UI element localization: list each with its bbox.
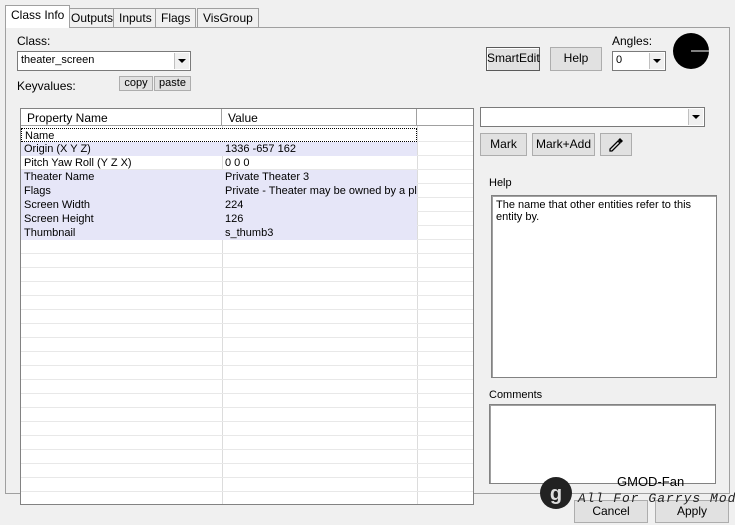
property-value: Private - Theater may be owned by a play (225, 185, 417, 197)
table-row[interactable]: Origin (X Y Z) 1336 -657 162 (21, 142, 417, 156)
property-name: Theater Name (24, 171, 95, 183)
property-name: Screen Height (24, 213, 94, 225)
keyvalues-label: Keyvalues: (17, 79, 76, 93)
copy-button[interactable]: copy (119, 76, 153, 91)
class-value: theater_screen (21, 54, 95, 66)
property-value: 224 (225, 199, 244, 211)
grid-line (21, 253, 473, 254)
grid-line (21, 267, 473, 268)
property-name: Pitch Yaw Roll (Y Z X) (24, 157, 132, 169)
grid-line (21, 323, 473, 324)
property-name: Thumbnail (24, 227, 76, 239)
property-name: Screen Width (24, 199, 91, 211)
grid-line (21, 337, 473, 338)
property-name: Flags (24, 185, 51, 197)
table-row[interactable]: Screen Width 224 (21, 198, 417, 212)
angles-value: 0 (616, 54, 623, 66)
table-row[interactable]: Thumbnail s_thumb3 (21, 226, 417, 240)
gmod-logo-icon: g (540, 477, 572, 509)
chevron-down-icon[interactable] (174, 53, 189, 69)
property-value: s_thumb3 (225, 227, 274, 239)
eyedropper-icon (609, 138, 623, 152)
table-row[interactable]: Name (21, 128, 417, 142)
table-row[interactable]: Pitch Yaw Roll (Y Z X) 0 0 0 (21, 156, 417, 170)
property-table[interactable]: Property Name Value Name Origin (X Y Z) … (20, 108, 474, 505)
watermark-subtitle: All For Garrys Mod (578, 491, 735, 506)
column-header-property-name[interactable]: Property Name (21, 109, 222, 126)
angles-combo[interactable]: 0 (612, 51, 666, 71)
property-value: Private Theater 3 (225, 171, 310, 183)
tab-class-info[interactable]: Class Info (5, 5, 71, 28)
table-row[interactable]: Flags Private - Theater may be owned by … (21, 184, 417, 198)
help-heading: Help (489, 177, 512, 189)
help-text: The name that other entities refer to th… (496, 199, 692, 223)
property-value: 1336 -657 162 (225, 143, 296, 155)
help-button[interactable]: Help (550, 47, 602, 71)
comments-textarea[interactable] (489, 404, 716, 484)
property-name: Name (25, 130, 55, 142)
grid-line (21, 477, 473, 478)
class-combo[interactable]: theater_screen (17, 51, 191, 71)
grid-line (21, 491, 473, 492)
grid-line (21, 463, 473, 464)
grid-line (21, 449, 473, 450)
value-combo[interactable] (480, 107, 705, 127)
help-text-box: The name that other entities refer to th… (491, 195, 717, 378)
grid-line (21, 295, 473, 296)
tab-inputs[interactable]: Inputs (113, 8, 158, 27)
grid-line (21, 309, 473, 310)
class-label: Class: (17, 34, 51, 48)
comments-heading: Comments (489, 389, 543, 401)
tab-outputs[interactable]: Outputs (65, 8, 120, 27)
grid-line (21, 435, 473, 436)
grid-line (21, 407, 473, 408)
property-name: Origin (X Y Z) (24, 143, 91, 155)
tab-visgroup[interactable]: VisGroup (197, 8, 259, 27)
grid-line (21, 393, 473, 394)
tab-flags[interactable]: Flags (155, 8, 197, 27)
table-row[interactable]: Screen Height 126 (21, 212, 417, 226)
grid-line (21, 421, 473, 422)
class-info-panel: Class: theater_screen Keyvalues: copy pa… (5, 27, 730, 505)
chevron-down-icon[interactable] (688, 109, 703, 125)
eyedropper-button[interactable] (600, 133, 632, 156)
grid-line (21, 281, 473, 282)
property-value: 0 0 0 (225, 157, 250, 169)
watermark-title: GMOD-Fan (617, 474, 685, 489)
property-value: 126 (225, 213, 244, 225)
column-header-value[interactable]: Value (222, 109, 417, 126)
grid-line (21, 379, 473, 380)
grid-line (21, 365, 473, 366)
mark-button[interactable]: Mark (480, 133, 527, 156)
chevron-down-icon[interactable] (649, 53, 664, 69)
column-header-extra (417, 109, 473, 126)
paste-button[interactable]: paste (154, 76, 191, 91)
angles-label: Angles: (612, 34, 653, 48)
mark-add-button[interactable]: Mark+Add (532, 133, 595, 156)
table-row[interactable]: Theater Name Private Theater 3 (21, 170, 417, 184)
smartedit-button[interactable]: SmartEdit (486, 47, 540, 71)
svg-text:g: g (550, 483, 562, 505)
grid-line (21, 351, 473, 352)
angle-dial-icon[interactable] (672, 32, 710, 70)
